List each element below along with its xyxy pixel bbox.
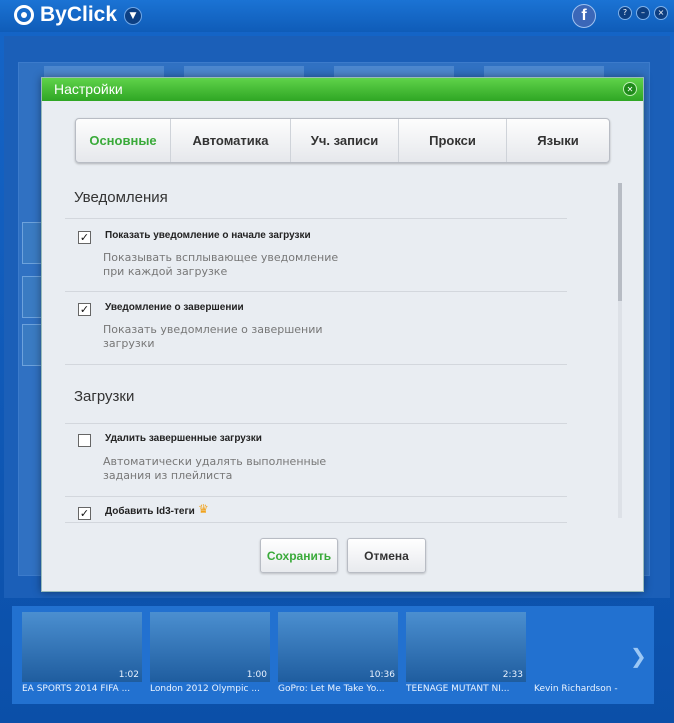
section-title-notifications: Уведомления (74, 189, 168, 206)
divider (65, 218, 567, 219)
video-duration: 1:02 (118, 670, 139, 680)
cancel-button[interactable]: Отмена (347, 538, 426, 573)
delete-finished-checkbox[interactable] (78, 434, 91, 447)
tab-accounts[interactable]: Уч. записи (291, 119, 399, 162)
close-icon[interactable]: ✕ (623, 82, 637, 96)
divider (65, 291, 567, 292)
divider (65, 496, 567, 497)
video-item[interactable]: 10:36 GoPro: Let Me Take Yo... (278, 612, 398, 700)
video-thumbnail: 2:33 (406, 612, 526, 682)
scrollbar-thumb[interactable] (618, 183, 622, 301)
settings-content: Уведомления ✓ Показать уведомление о нач… (65, 178, 625, 523)
video-thumbnail: 1:00 (150, 612, 270, 682)
video-strip: 1:02 EA SPORTS 2014 FIFA ... 1:00 London… (12, 606, 654, 704)
divider (65, 364, 567, 365)
close-button[interactable]: × (654, 6, 668, 20)
option-label: Показать уведомление о начале загрузки (105, 230, 311, 241)
settings-dialog: Настройки ✕ Основные Автоматика Уч. запи… (41, 77, 644, 592)
video-item[interactable]: 2:33 TEENAGE MUTANT NI... (406, 612, 526, 700)
minimize-button[interactable]: – (636, 6, 650, 20)
id3-tags-checkbox[interactable]: ✓ (78, 507, 91, 520)
video-title: Kevin Richardson - (534, 684, 618, 694)
video-thumbnail: 10:36 (278, 612, 398, 682)
option-description: Автоматически удалять выполненные задани… (103, 455, 327, 482)
tab-general[interactable]: Основные (76, 119, 171, 162)
option-label: Добавить Id3-теги (105, 506, 195, 517)
video-title: GoPro: Let Me Take Yo... (278, 684, 385, 694)
section-title-downloads: Загрузки (74, 388, 135, 405)
video-title: TEENAGE MUTANT NI... (406, 684, 510, 694)
option-description: Показать уведомление о завершении загруз… (103, 323, 323, 350)
option-label: Уведомление о завершении (105, 302, 244, 313)
divider (65, 522, 567, 523)
tab-languages[interactable]: Языки (507, 119, 609, 162)
save-button[interactable]: Сохранить (260, 538, 338, 573)
facebook-icon[interactable]: f (572, 4, 596, 28)
title-bar: ByClick ▼ f ? – × (0, 0, 674, 32)
chevron-right-icon[interactable]: ❯ (630, 644, 647, 668)
scrollbar[interactable] (618, 183, 622, 518)
video-duration: 2:33 (502, 670, 523, 680)
logo-icon (14, 5, 34, 25)
video-item[interactable]: 1:00 London 2012 Olympic ... (150, 612, 270, 700)
app-logo: ByClick (14, 3, 117, 27)
divider (65, 423, 567, 424)
finish-notification-checkbox[interactable]: ✓ (78, 303, 91, 316)
help-button[interactable]: ? (618, 6, 632, 20)
app-name: ByClick (40, 3, 118, 26)
video-thumbnail: 1:02 (22, 612, 142, 682)
video-duration: 10:36 (369, 670, 395, 680)
video-title: EA SPORTS 2014 FIFA ... (22, 684, 131, 694)
start-notification-checkbox[interactable]: ✓ (78, 231, 91, 244)
video-title: London 2012 Olympic ... (150, 684, 260, 694)
option-label: Удалить завершенные загрузки (105, 433, 262, 444)
tab-proxy[interactable]: Прокси (399, 119, 507, 162)
tab-automation[interactable]: Автоматика (171, 119, 291, 162)
dialog-header: Настройки ✕ (42, 78, 643, 101)
dialog-title: Настройки (54, 81, 123, 97)
menu-dropdown-button[interactable]: ▼ (124, 7, 142, 25)
settings-tabs: Основные Автоматика Уч. записи Прокси Яз… (75, 118, 610, 163)
video-duration: 1:00 (246, 670, 267, 680)
option-description: Показывать всплывающее уведомление при к… (103, 251, 339, 278)
app-window: ByClick ▼ f ? – × 1:02 EA SPORTS 2014 FI… (0, 0, 674, 723)
video-item[interactable]: 1:02 EA SPORTS 2014 FIFA ... (22, 612, 142, 700)
premium-crown-icon: ♛ (198, 502, 209, 516)
